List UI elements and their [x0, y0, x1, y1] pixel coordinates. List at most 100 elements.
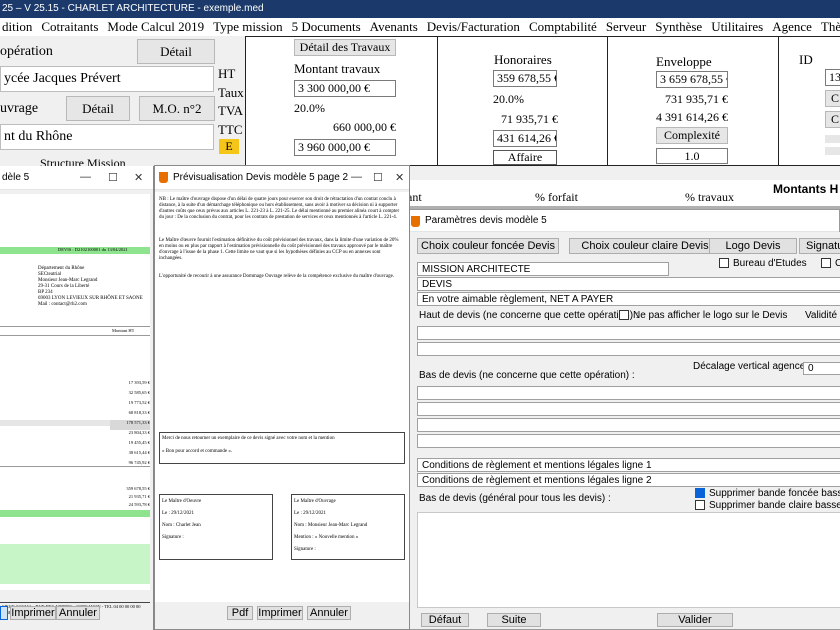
operation-detail-button[interactable]: Détail [137, 39, 215, 64]
conditions-line-2[interactable]: Conditions de règlement et mentions léga… [417, 473, 840, 487]
preview2-cancel-button[interactable]: Annuler [307, 606, 351, 620]
menu-type-mission[interactable]: Type mission [213, 19, 283, 35]
amount-labels: HT Taux TVA TTC E [216, 36, 244, 166]
montant-travaux-field[interactable]: 3 300 000,00 € [294, 80, 396, 97]
honoraires-ht-field[interactable]: 359 678,55 € [493, 70, 557, 87]
value-row: 178 571,33 € [110, 420, 150, 430]
preview1-print-button[interactable]: Imprimer [10, 606, 56, 620]
bas-devis-line-4[interactable] [417, 434, 840, 448]
suppr-claire-box[interactable] [695, 500, 705, 511]
valider-button[interactable]: Valider [657, 613, 733, 627]
enveloppe-ht-field[interactable]: 3 659 678,55 € [656, 71, 728, 88]
reglement-field[interactable]: En votre aimable règlement, NET A PAYER [417, 292, 840, 306]
close-icon[interactable]: ✕ [395, 171, 404, 184]
ouvrage-name-field[interactable]: nt du Rhône [0, 124, 214, 150]
taux-label: Taux [218, 85, 244, 100]
suppr-foncee-checkbox[interactable]: Supprimer bande foncée basse [695, 488, 840, 499]
menu-cotraitants[interactable]: Cotraitants [41, 19, 98, 35]
menu-synthese[interactable]: Synthèse [655, 19, 702, 35]
bas-devis-line-1[interactable] [417, 386, 840, 400]
id-button-1[interactable]: C [825, 90, 840, 107]
no-logo-checkbox[interactable]: Ne pas afficher le logo sur le Devis [619, 310, 787, 321]
pdf-button-partial[interactable] [0, 606, 8, 620]
mo2-button[interactable]: M.O. n°2 [139, 96, 215, 121]
menu-mode-calcul[interactable]: Mode Calcul 2019 [107, 19, 204, 35]
values-list: 17 393,59 € 32 585,65 € 19 773,52 € 68 8… [110, 380, 150, 470]
bureau-etudes-box[interactable] [719, 258, 729, 269]
haut-devis-line-1[interactable] [417, 326, 840, 340]
defaut-button[interactable]: Défaut [421, 613, 469, 627]
operation-name-field[interactable]: ycée Jacques Prévert [0, 66, 214, 92]
complexite-button[interactable]: Complexité [656, 127, 728, 144]
minimize-icon[interactable]: — [351, 171, 362, 183]
client-address: Département du Rhône SECteatrial Monsieu… [38, 266, 143, 308]
estimation-paragraph: Le Maître d'œuvre fournit l'estimation d… [159, 238, 399, 261]
signature-button[interactable]: Signatu [799, 238, 840, 254]
affaire-button[interactable]: Affaire [493, 150, 557, 165]
c-label: C [835, 258, 840, 269]
e-badge[interactable]: E [219, 139, 239, 154]
menu-edition[interactable]: dition [2, 19, 32, 35]
preview1-page: DEVIS : D2102100001 du 13/04/2021 Départ… [0, 194, 150, 615]
ttc-label: TTC [218, 122, 243, 137]
conditions-line-1[interactable]: Conditions de règlement et mentions léga… [417, 458, 840, 472]
left-panel: opération Détail ycée Jacques Prévert uv… [0, 36, 216, 170]
moe-title: Le Maître d'Oeuvre [162, 499, 202, 504]
menu-comptabilite[interactable]: Comptabilité [529, 19, 597, 35]
bas-devis-line-2[interactable] [417, 402, 840, 416]
total-band [0, 510, 150, 517]
menu-serveur[interactable]: Serveur [606, 19, 646, 35]
tva-value: 660 000,00 € [333, 120, 396, 134]
bureau-etudes-checkbox[interactable]: Bureau d'Etudes [719, 258, 807, 269]
ttc-field[interactable]: 3 960 000,00 € [294, 139, 396, 156]
complexite-field[interactable]: 1.0 [656, 148, 728, 164]
decalage-field[interactable]: 0 [803, 362, 840, 375]
couleur-foncee-button[interactable]: Choix couleur foncée Devis [417, 238, 559, 254]
menu-utilitaires[interactable]: Utilitaires [711, 19, 763, 35]
footer-band [0, 544, 150, 584]
suppr-foncee-box[interactable] [695, 488, 705, 499]
ouvrage-detail-button[interactable]: Détail [66, 96, 130, 121]
mission-field[interactable]: MISSION ARCHITECTE [417, 262, 669, 276]
montant-travaux-label: Montant travaux [294, 61, 381, 76]
detail-travaux-button[interactable]: Détail des Travaux [294, 39, 396, 56]
operation-label: opération [0, 44, 53, 59]
honoraires-taux: 20.0% [493, 92, 524, 106]
pdf-button[interactable]: Pdf [227, 606, 253, 620]
couleur-claire-button[interactable]: Choix couleur claire Devis [569, 238, 721, 254]
haut-devis-line-2[interactable] [417, 342, 840, 356]
honoraires-box: Honoraires 359 678,55 € 20.0% 71 935,71 … [438, 36, 608, 166]
id-button-4[interactable] [825, 147, 840, 155]
close-icon[interactable]: ✕ [134, 171, 143, 184]
menu-agence[interactable]: Agence [772, 19, 812, 35]
menu-avenants[interactable]: Avenants [370, 19, 418, 35]
devis-field[interactable]: DEVIS [417, 277, 840, 291]
no-logo-box[interactable] [619, 310, 629, 321]
bas-general-textarea[interactable] [417, 512, 840, 608]
value-row: 17 393,59 € [128, 380, 150, 385]
minimize-icon[interactable]: — [80, 171, 91, 183]
bas-devis-line-3[interactable] [417, 418, 840, 432]
maximize-icon[interactable]: ☐ [108, 171, 118, 184]
menu-theme[interactable]: Thème [821, 19, 840, 35]
logo-devis-button[interactable]: Logo Devis [709, 238, 797, 254]
menu-documents[interactable]: 5 Documents [292, 19, 361, 35]
c-checkbox[interactable]: C [821, 258, 840, 269]
id-button-3[interactable] [825, 135, 840, 143]
id-field[interactable]: 13 [825, 69, 840, 86]
moa-signature: Signature : [294, 547, 316, 552]
ht-label: HT [218, 66, 236, 81]
haut-devis-label: Haut de devis (ne concerne que cette opé… [419, 310, 639, 321]
preview2-print-button[interactable]: Imprimer [257, 606, 303, 620]
total-row: 359 678,55 € [126, 486, 150, 491]
id-button-2[interactable]: C [825, 111, 840, 128]
suite-button[interactable]: Suite [487, 613, 541, 627]
app-titlebar: 25 – V 25.15 - CHARLET ARCHITECTURE - ex… [0, 0, 840, 18]
menu-devis-facturation[interactable]: Devis/Facturation [427, 19, 520, 35]
maximize-icon[interactable]: ☐ [373, 171, 383, 184]
honoraires-ttc-field[interactable]: 431 614,26 € [493, 130, 557, 147]
c-box[interactable] [821, 258, 831, 269]
suppr-claire-checkbox[interactable]: Supprimer bande claire basse [695, 500, 840, 511]
java-icon [159, 172, 168, 183]
preview1-cancel-button[interactable]: Annuler [56, 606, 100, 620]
